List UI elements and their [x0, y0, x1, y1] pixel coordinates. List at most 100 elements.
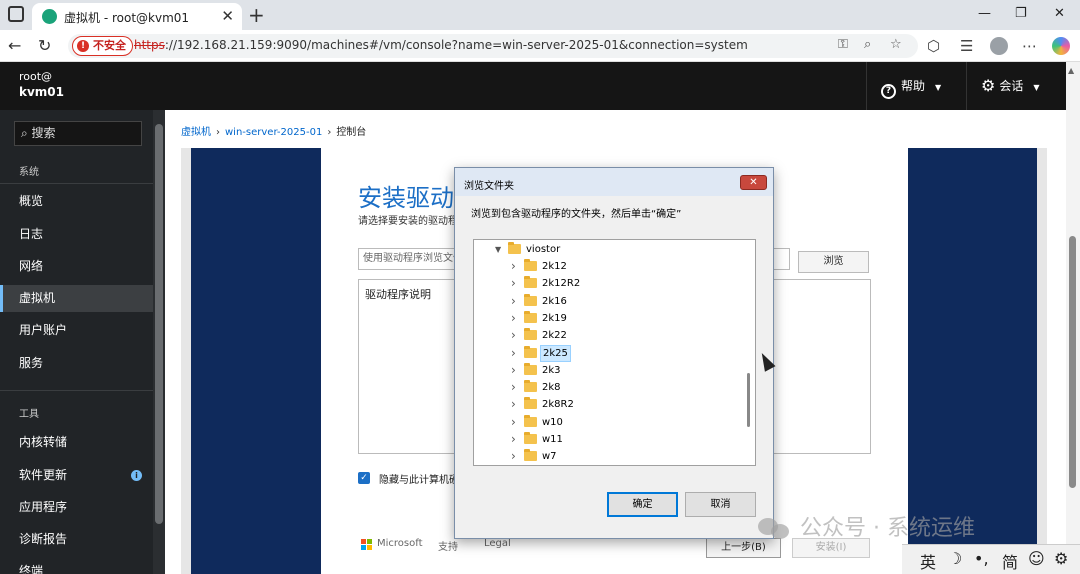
folder-icon — [524, 293, 537, 306]
help-button[interactable]: ? 帮助 ▼ — [866, 62, 966, 110]
sidebar-item-applications[interactable]: 应用程序 — [0, 494, 153, 521]
star-icon[interactable]: ☆ — [890, 37, 902, 52]
folder-icon — [524, 259, 537, 271]
browse-folder-dialog: 浏览文件夹 ✕ 浏览到包含驱动程序的文件夹，然后单击“确定” ▼ viostor… — [454, 167, 774, 539]
tree-item-2k8r2[interactable]: › 2k8R2 — [474, 396, 742, 413]
punctuation-icon[interactable]: •, — [974, 549, 989, 568]
console-border — [1037, 148, 1047, 574]
sidebar-item-accounts[interactable]: 用户账户 — [0, 317, 153, 344]
more-icon[interactable]: ⋯ — [1022, 37, 1037, 55]
ime-settings-icon[interactable]: ⚙ — [1054, 549, 1068, 568]
back-icon[interactable]: ← — [8, 36, 21, 55]
close-icon[interactable]: ✕ — [740, 175, 767, 190]
sidebar-item-terminal[interactable]: 终端 — [0, 558, 153, 574]
not-secure-badge[interactable]: ! 不安全 — [72, 36, 133, 56]
tree-item-w10[interactable]: › w10 — [474, 414, 742, 431]
tree-item-2k8[interactable]: › 2k8 — [474, 379, 742, 396]
expand-chevron-icon[interactable]: › — [511, 379, 516, 396]
chevron-down-icon: ▼ — [935, 83, 942, 92]
footer-legal-link[interactable]: Legal — [484, 538, 511, 549]
dialog-titlebar[interactable]: 浏览文件夹 ✕ — [455, 168, 773, 196]
url-rest: ://192.168.21.159:9090/machines#/vm/cons… — [164, 38, 748, 52]
new-tab-button[interactable]: + — [248, 3, 265, 27]
tree-item-2k12[interactable]: › 2k12 — [474, 258, 742, 275]
zoom-icon[interactable]: ⌕ — [864, 37, 871, 52]
ime-language[interactable]: 英 — [920, 549, 936, 573]
window-menu-icon[interactable] — [8, 6, 24, 22]
expand-chevron-icon[interactable]: › — [511, 396, 516, 413]
browse-button[interactable]: 浏览 — [798, 251, 869, 273]
tree-item-2k3[interactable]: › 2k3 — [474, 362, 742, 379]
sidebar-item-virtual-machines[interactable]: 虚拟机 — [0, 285, 153, 312]
browser-tab[interactable]: 虚拟机 - root@kvm01 ✕ — [32, 3, 242, 30]
scroll-up-icon[interactable]: ▲ — [1068, 66, 1074, 75]
key-icon[interactable]: ⚿ — [838, 37, 848, 52]
tree-item-2k25[interactable]: › 2k25 — [474, 344, 742, 362]
sidebar-item-diagnostics[interactable]: 诊断报告 — [0, 526, 153, 553]
expand-chevron-icon[interactable]: › — [511, 258, 516, 275]
expand-chevron-icon[interactable]: › — [511, 345, 516, 362]
expand-chevron-icon[interactable]: › — [511, 362, 516, 379]
hide-incompatible-checkbox[interactable]: ✓ — [358, 472, 370, 484]
footer-support-link[interactable]: 支持 — [438, 538, 458, 553]
tree-item-2k12r2[interactable]: › 2k12R2 — [474, 275, 742, 292]
back-button[interactable]: 上一步(B) — [706, 538, 781, 558]
tree-scrollbar[interactable] — [742, 240, 755, 465]
tree-item-2k19[interactable]: › 2k19 — [474, 310, 742, 327]
expand-chevron-icon[interactable]: › — [511, 431, 516, 448]
expand-chevron-icon[interactable]: › — [511, 293, 516, 310]
help-icon: ? — [881, 84, 896, 99]
sidebar-item-network[interactable]: 网络 — [0, 253, 153, 280]
emoji-icon[interactable]: ☺ — [1028, 549, 1045, 568]
tree-scrollbar-thumb[interactable] — [747, 373, 750, 427]
favicon-icon — [42, 9, 57, 24]
tree-label: 2k12 — [542, 261, 567, 272]
expand-chevron-icon[interactable]: › — [511, 310, 516, 327]
page-scrollbar-thumb[interactable] — [1069, 236, 1076, 488]
session-button[interactable]: ⚙ 会话 ▼ — [966, 62, 1066, 110]
host-name[interactable]: kvm01 — [19, 85, 64, 99]
window-close-icon[interactable]: ✕ — [1054, 6, 1065, 21]
folder-icon — [524, 276, 537, 289]
tree-item-2k16[interactable]: › 2k16 — [474, 293, 742, 310]
sidebar-item-kdump[interactable]: 内核转储 — [0, 429, 153, 456]
search-input[interactable]: ⌕ 搜索 — [14, 121, 142, 146]
divider — [0, 183, 153, 184]
tab-title: 虚拟机 - root@kvm01 — [64, 11, 190, 25]
breadcrumb-separator-icon: › — [216, 127, 220, 138]
browser-tab-bar: 虚拟机 - root@kvm01 ✕ + — ❐ ✕ — [0, 0, 1080, 30]
breadcrumb-vm[interactable]: win-server-2025-01 — [225, 127, 322, 138]
expand-chevron-icon[interactable]: › — [511, 448, 516, 465]
favorites-icon[interactable]: ☰ — [960, 37, 973, 55]
tree-item-w7[interactable]: › w7 — [474, 448, 742, 465]
folder-tree[interactable]: ▼ viostor › 2k12 › 2k12R2 › 2k16 › 2k19 › 2k22 › 2k… — [473, 239, 756, 466]
tree-label: 2k8R2 — [542, 399, 574, 411]
minimize-icon[interactable]: — — [978, 6, 991, 21]
tree-item-2k22[interactable]: › 2k22 — [474, 327, 742, 344]
extensions-icon[interactable]: ⬡ — [927, 37, 940, 55]
expanded-chevron-icon[interactable]: ▼ — [495, 241, 501, 258]
folder-icon — [524, 397, 537, 410]
tab-close-icon[interactable]: ✕ — [221, 7, 234, 25]
sidebar-scrollbar-thumb[interactable] — [155, 124, 163, 524]
section-system: 系统 — [19, 167, 39, 178]
breadcrumb-virtual-machines[interactable]: 虚拟机 — [181, 127, 211, 138]
tree-item-w11[interactable]: › w11 — [474, 431, 742, 448]
expand-chevron-icon[interactable]: › — [511, 275, 516, 292]
tree-item-viostor[interactable]: ▼ viostor — [474, 241, 742, 258]
reload-icon[interactable]: ↻ — [38, 36, 51, 55]
restore-icon[interactable]: ❐ — [1015, 6, 1027, 21]
ime-script[interactable]: 简 — [1002, 549, 1018, 573]
sidebar-item-services[interactable]: 服务 — [0, 350, 153, 377]
profile-avatar[interactable] — [990, 37, 1008, 55]
moon-icon[interactable]: ☽ — [948, 549, 962, 568]
expand-chevron-icon[interactable]: › — [511, 327, 516, 344]
copilot-icon[interactable] — [1052, 37, 1070, 55]
cancel-button[interactable]: 取消 — [685, 492, 756, 517]
ok-button[interactable]: 确定 — [607, 492, 678, 517]
address-bar[interactable]: ! 不安全 https://192.168.21.159:9090/machin… — [68, 34, 918, 58]
sidebar-item-logs[interactable]: 日志 — [0, 221, 153, 248]
expand-chevron-icon[interactable]: › — [511, 414, 516, 431]
wechat-icon — [758, 514, 794, 540]
sidebar-item-overview[interactable]: 概览 — [0, 188, 153, 215]
